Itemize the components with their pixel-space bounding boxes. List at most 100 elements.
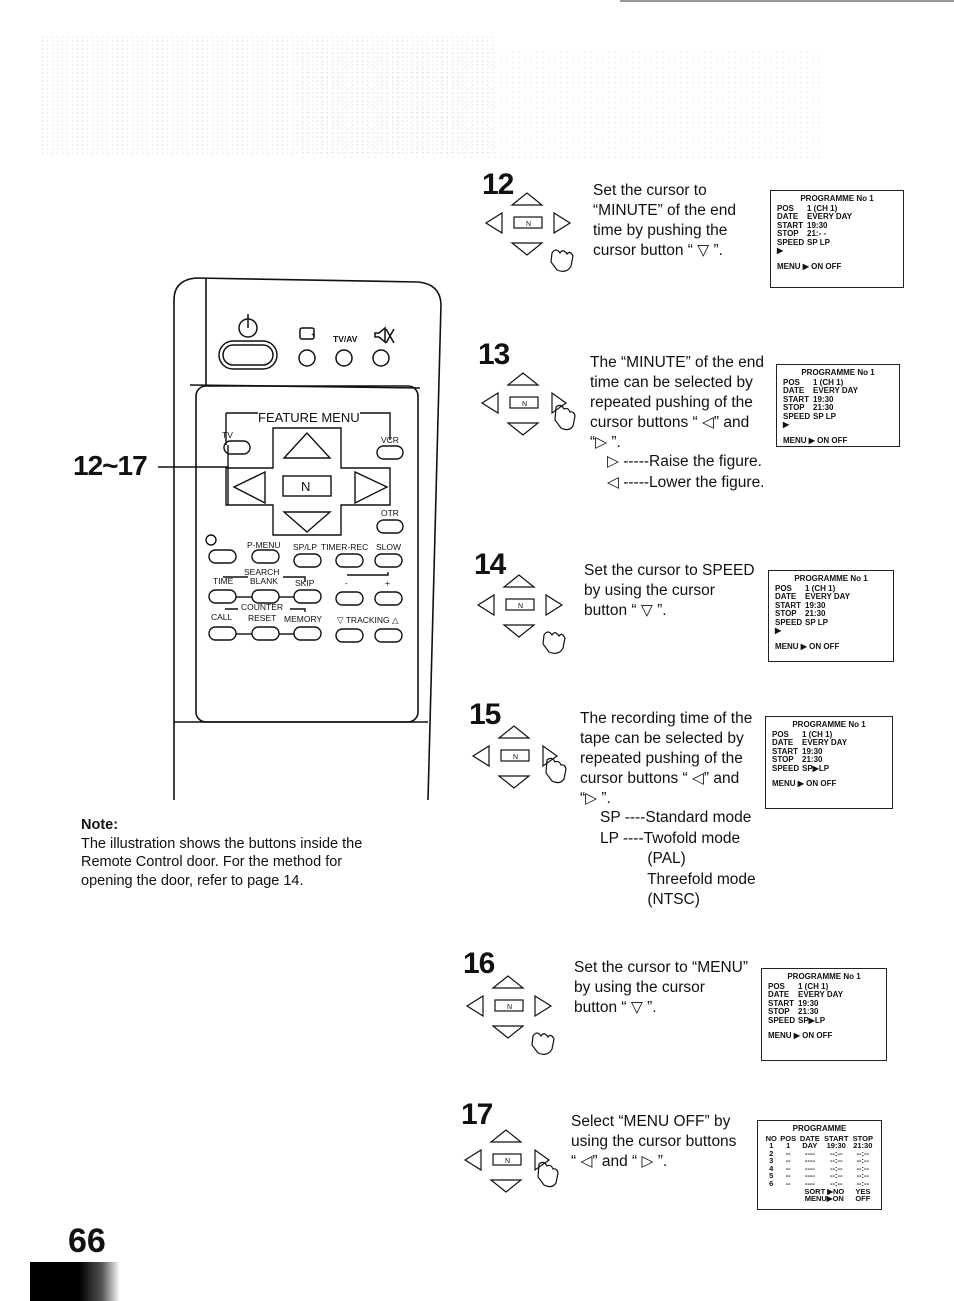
osd-screen: PROGRAMME No 1 POS 1 (CH 1) DATE EVERY D…	[768, 570, 894, 662]
legend-line: (NTSC)	[600, 891, 700, 908]
slow-label: SLOW	[376, 542, 402, 552]
timer-rec-label: TIMER-REC	[321, 542, 369, 552]
osd-key: SPEED	[768, 1015, 796, 1025]
instruction-line: repeated pushing of the	[580, 750, 743, 767]
cursor-down-icon	[506, 422, 540, 436]
list-cell: 6	[769, 1179, 774, 1189]
timer-icon	[205, 534, 217, 546]
skip-search-button	[293, 589, 322, 604]
plus-button	[374, 591, 403, 606]
legend-line: (PAL)	[600, 850, 686, 867]
instruction-line: The “MINUTE” of the end	[590, 354, 765, 371]
osd-value: SP LP	[807, 237, 830, 247]
time-search-button	[208, 589, 237, 604]
cursor-up-icon	[502, 574, 536, 588]
tv-label: TV	[222, 430, 233, 440]
instruction-line: “MINUTE” of the end	[593, 202, 736, 219]
svg-text:N: N	[513, 754, 518, 761]
cursor-up-icon	[497, 725, 531, 739]
osd-key: SPEED ▶	[783, 411, 811, 429]
skip-label: SKIP	[295, 578, 315, 588]
osd-screen: PROGRAMME No 1 POS 1 (CH 1) DATE EVERY D…	[761, 968, 887, 1061]
svg-text:N: N	[526, 221, 531, 228]
cursor-down-icon	[489, 1179, 523, 1193]
svg-text:+: +	[311, 332, 315, 339]
row1-button	[208, 549, 237, 564]
p-menu-label: P-MENU	[247, 540, 281, 550]
page-tab-marker	[30, 1262, 120, 1301]
instruction-line: by using the cursor	[574, 979, 705, 996]
step-legend: ▷ -----Raise the figure. ◁ -----Lower the…	[607, 452, 765, 493]
svg-text:N: N	[505, 1158, 510, 1165]
osd-title: PROGRAMME No 1	[794, 574, 868, 583]
callout-label: 12~17	[73, 450, 148, 481]
osd-value: SP▶LP	[798, 1015, 826, 1025]
cursor-right-icon	[534, 1148, 551, 1172]
page-number: 66	[68, 1222, 106, 1260]
legend-line: LP ----Twofold mode	[600, 829, 741, 847]
osd-menu: MENU ▶ ON OFF	[783, 435, 848, 445]
minus-button	[335, 591, 364, 606]
osd-row: SPEED ▶ SP LP	[775, 617, 887, 636]
osd-menu: MENU ▶ ON OFF	[777, 261, 842, 271]
cursor-pad-diagram: N	[482, 185, 582, 275]
svg-text:N: N	[507, 1004, 512, 1011]
legend-line: ▷ -----Raise the figure.	[607, 453, 762, 470]
legend-line: SP ----Standard mode	[600, 809, 752, 826]
svg-text:N: N	[518, 603, 523, 610]
cursor-right-icon	[545, 593, 564, 617]
cursor-left-icon	[480, 391, 499, 415]
step-instruction: The recording time of the tape can be sel…	[580, 709, 752, 809]
svg-text:N: N	[522, 401, 527, 408]
minus-label: -	[345, 578, 348, 588]
pressing-hand-icon	[542, 631, 566, 654]
osd-screen: PROGRAMME No 1 POS 1 (CH 1) DATE EVERY D…	[770, 190, 904, 288]
cursor-down-icon	[510, 242, 544, 256]
call-label: CALL	[211, 612, 233, 622]
osd-menu: MENU ▶ ON OFF	[775, 641, 840, 651]
cursor-right-icon	[551, 391, 568, 415]
tracking-down-button	[335, 628, 364, 643]
note-line: opening the door, refer to page 14.	[81, 872, 304, 889]
instruction-line: using the cursor buttons	[571, 1133, 737, 1150]
cursor-left-icon	[463, 1148, 482, 1172]
otr-button	[376, 519, 404, 534]
footer-option: MENU▶ON	[804, 1194, 844, 1204]
instruction-line: cursor buttons “ ◁” and	[580, 770, 740, 787]
footer-value: OFF	[855, 1194, 871, 1204]
osd-row: SPEED ▶ SP LP	[777, 237, 897, 256]
call-button	[208, 626, 237, 641]
memory-label: MEMORY	[284, 614, 323, 624]
osd-row: SPEED ▶ SP LP	[783, 411, 893, 430]
step-instruction: The “MINUTE” of the end time can be selec…	[590, 353, 764, 453]
instruction-line: time can be selected by	[590, 374, 753, 391]
osd-title: PROGRAMME	[792, 1124, 847, 1133]
instruction-line: “ ◁” and “ ▷ ”.	[571, 1153, 668, 1170]
osd-screen: PROGRAMME No 1 POS 1 (CH 1) DATE EVERY D…	[765, 716, 893, 809]
instruction-line: “▷ ”.	[580, 790, 611, 807]
cursor-up-button	[282, 431, 332, 459]
cursor-down-icon	[502, 624, 536, 638]
cursor-pad-diagram: N	[474, 567, 574, 657]
channel-button	[298, 349, 316, 367]
osd-title: PROGRAMME No 1	[787, 972, 861, 981]
tv-av-button	[335, 349, 353, 367]
blank-label: BLANK	[250, 576, 278, 586]
instruction-line: Set the cursor to	[593, 182, 707, 199]
osd-row: SPEED SP▶LP	[768, 1015, 880, 1026]
legend-line: Threefold mode	[600, 870, 756, 888]
osd-key: SPEED	[772, 763, 800, 773]
cursor-right-icon	[534, 994, 553, 1018]
osd-title: PROGRAMME No 1	[801, 368, 875, 377]
legend-line: ◁ -----Lower the figure.	[607, 473, 765, 491]
instruction-line: button “ ▽ ”.	[584, 602, 667, 619]
n-label: N	[301, 479, 311, 494]
tracking-label: ▽ TRACKING △	[337, 615, 399, 625]
cursor-left-button	[232, 470, 266, 505]
step-instruction: Set the cursor to “MENU” by using the cur…	[574, 958, 748, 1018]
otr-label: OTR	[381, 508, 399, 518]
osd-value: SP LP	[805, 617, 828, 627]
cursor-up-icon	[489, 1129, 523, 1143]
step-instruction: Set the cursor to “MINUTE” of the end time…	[593, 181, 736, 261]
mute-icon	[374, 326, 386, 344]
